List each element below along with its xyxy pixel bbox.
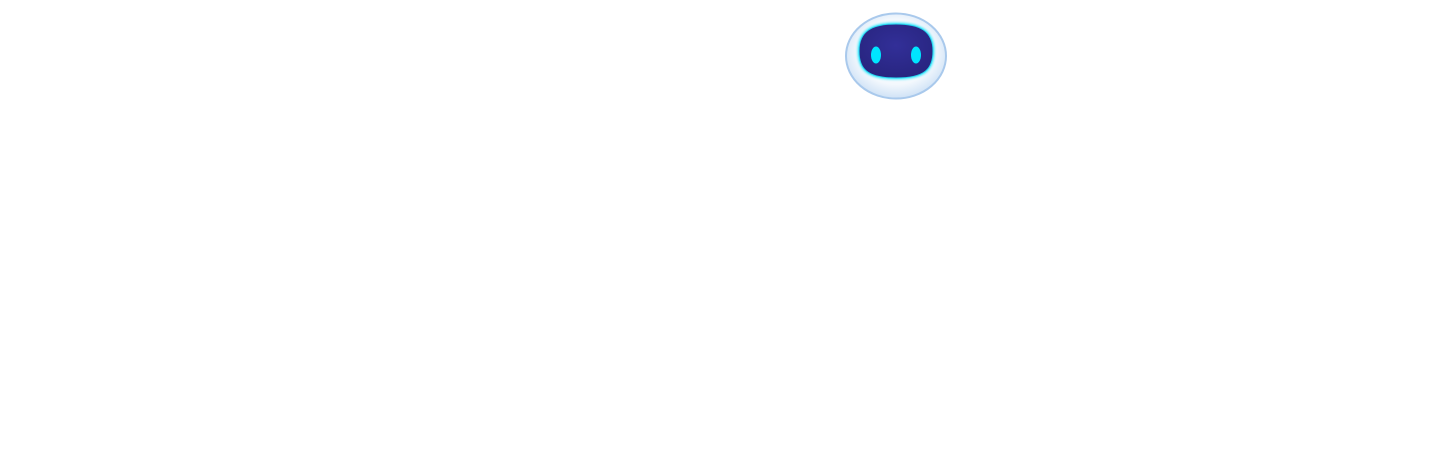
page-canvas: [0, 0, 1440, 472]
robot-left-eye: [871, 46, 881, 64]
robot-face-icon: [845, 12, 947, 100]
robot-right-eye: [911, 46, 921, 64]
robot-face: [858, 23, 934, 79]
assistant-avatar-button[interactable]: [843, 11, 949, 101]
